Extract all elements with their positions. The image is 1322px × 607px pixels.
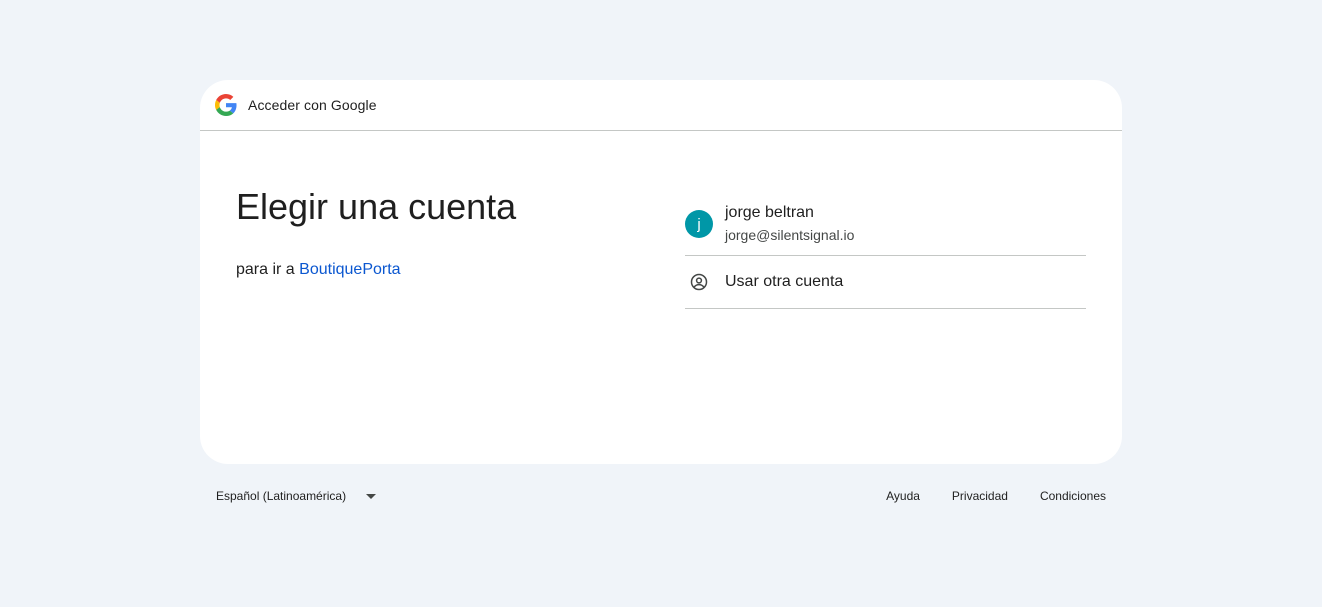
account-item[interactable]: j jorge beltran jorge@silentsignal.io [685,197,1086,256]
language-label: Español (Latinoamérica) [216,489,347,503]
avatar: j [685,210,713,238]
account-text: jorge beltran jorge@silentsignal.io [725,203,854,245]
footer: Español (Latinoamérica) Ayuda Privacidad… [200,483,1122,509]
subtitle-prefix: para ir a [236,261,295,278]
account-name: jorge beltran [725,204,814,221]
account-list: j jorge beltran jorge@silentsignal.io Us… [685,197,1086,309]
help-link[interactable]: Ayuda [870,489,936,503]
subtitle: para ir a BoutiquePorta [236,261,636,279]
privacy-link[interactable]: Privacidad [936,489,1024,503]
caret-down-icon [366,493,377,499]
account-circle-icon [685,268,713,296]
google-logo-icon [215,94,237,116]
language-select[interactable]: Español (Latinoamérica) [208,483,384,509]
footer-links: Ayuda Privacidad Condiciones [870,483,1122,509]
account-email: jorge@silentsignal.io [725,227,855,243]
app-name-link[interactable]: BoutiquePorta [299,261,400,278]
left-column: Elegir una cuenta para ir a BoutiquePort… [236,185,636,279]
use-another-account-label: Usar otra cuenta [725,273,844,290]
sign-in-card: Acceder con Google Elegir una cuenta par… [200,80,1122,464]
card-header: Acceder con Google [200,80,1122,131]
header-title: Acceder con Google [248,97,377,113]
terms-link[interactable]: Condiciones [1024,489,1122,503]
page-title: Elegir una cuenta [236,186,517,227]
use-another-account-button[interactable]: Usar otra cuenta [685,256,1086,309]
